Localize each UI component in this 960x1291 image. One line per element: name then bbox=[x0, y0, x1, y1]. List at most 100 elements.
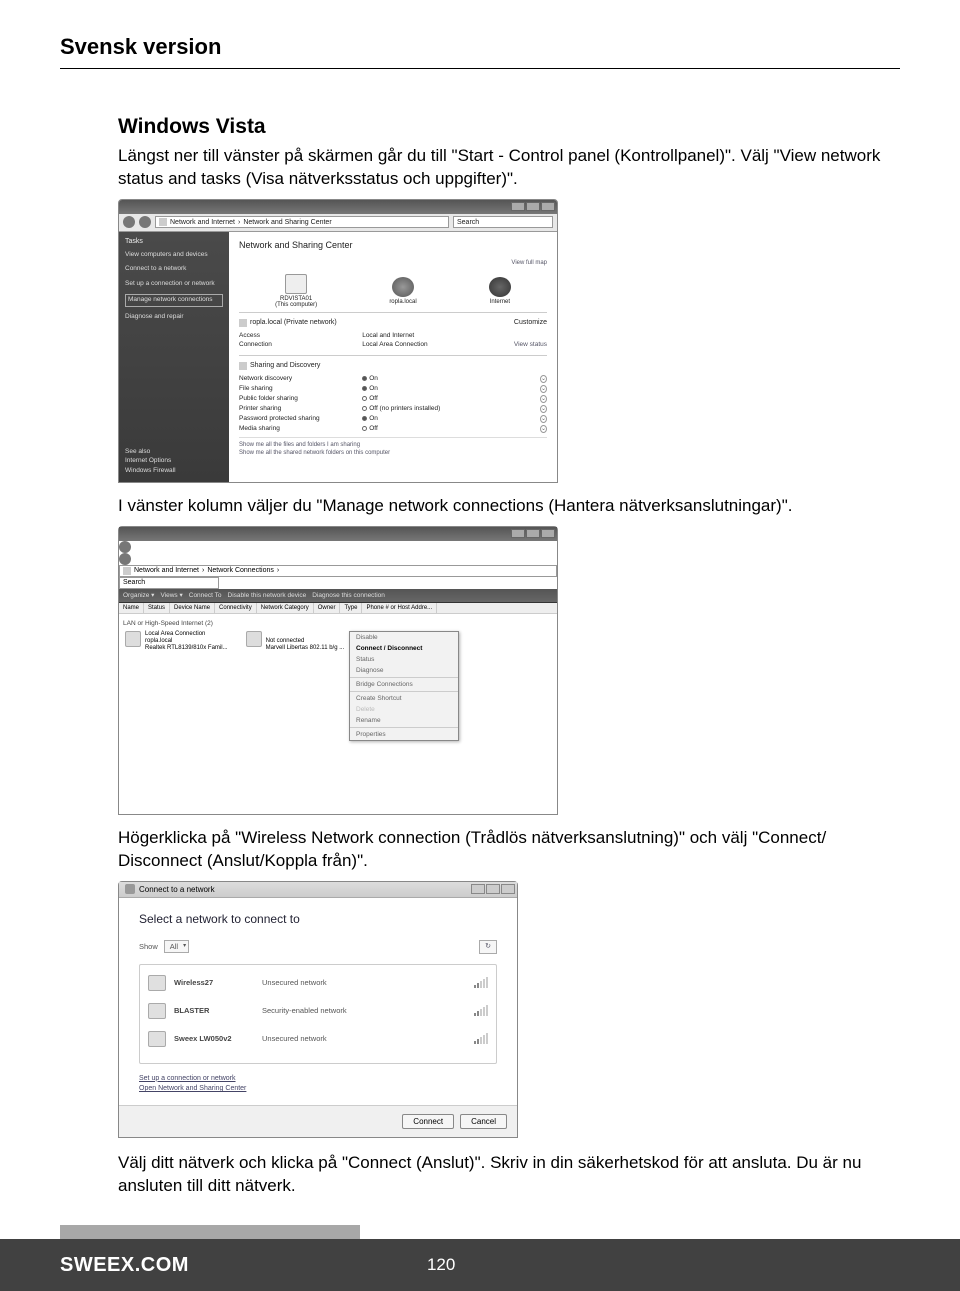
network-icon bbox=[392, 277, 414, 297]
min-icon[interactable] bbox=[471, 884, 485, 894]
sharing-mini-icon bbox=[239, 362, 247, 370]
toolbar-connect[interactable]: Connect To bbox=[189, 592, 222, 599]
network-list: Wireless27 Unsecured network BLASTER Sec… bbox=[139, 964, 497, 1064]
chevron-down-icon[interactable]: ⌄ bbox=[540, 395, 547, 403]
seealso-heading: See also bbox=[125, 447, 223, 457]
close-icon[interactable] bbox=[541, 529, 555, 538]
chevron-down-icon[interactable]: ⌄ bbox=[540, 405, 547, 413]
tasks-sidebar: Tasks View computers and devices Connect… bbox=[119, 232, 229, 482]
chevron-down-icon[interactable]: ⌄ bbox=[540, 415, 547, 423]
close-icon[interactable] bbox=[501, 884, 515, 894]
doc-header: Svensk version bbox=[60, 34, 900, 69]
task-manage-connections[interactable]: Manage network connections bbox=[125, 294, 223, 306]
chevron-down-icon[interactable]: ⌄ bbox=[540, 425, 547, 433]
customize-link[interactable]: Customize bbox=[514, 319, 547, 326]
node-internet: Internet bbox=[489, 277, 511, 305]
ctx-bridge[interactable]: Bridge Connections bbox=[350, 679, 458, 690]
paragraph-4: Välj ditt nätverk och klicka på "Connect… bbox=[118, 1152, 900, 1198]
network-item[interactable]: BLASTER Security-enabled network bbox=[144, 997, 492, 1025]
task-link[interactable]: Diagnose and repair bbox=[125, 313, 223, 321]
ctx-diagnose[interactable]: Diagnose bbox=[350, 665, 458, 676]
node-network: ropla.local bbox=[389, 277, 416, 305]
ctx-connect-disconnect[interactable]: Connect / Disconnect bbox=[350, 643, 458, 654]
toolbar-diagnose[interactable]: Diagnose this connection bbox=[312, 592, 385, 599]
globe-icon bbox=[489, 277, 511, 297]
connection-lan[interactable]: Local Area Connection ropla.local Realte… bbox=[119, 629, 234, 655]
section-title: Windows Vista bbox=[118, 115, 900, 139]
chevron-down-icon[interactable]: ⌄ bbox=[540, 375, 547, 383]
max-icon[interactable] bbox=[526, 202, 540, 211]
network-mini-icon bbox=[239, 319, 247, 327]
seealso-link[interactable]: Windows Firewall bbox=[125, 466, 223, 476]
ctx-status[interactable]: Status bbox=[350, 654, 458, 665]
toolbar-organize[interactable]: Organize ▾ bbox=[123, 591, 154, 599]
network-item[interactable]: Wireless27 Unsecured network bbox=[144, 969, 492, 997]
window-titlebar bbox=[119, 200, 557, 214]
task-link[interactable]: View computers and devices bbox=[125, 251, 223, 259]
node-pc: RDVISTA01 (This computer) bbox=[275, 274, 317, 308]
nav-fwd-icon[interactable] bbox=[139, 216, 151, 228]
network-item[interactable]: Sweex LW050v2 Unsecured network bbox=[144, 1025, 492, 1053]
max-icon[interactable] bbox=[486, 884, 500, 894]
pc-icon bbox=[148, 1031, 166, 1047]
min-icon[interactable] bbox=[511, 529, 525, 538]
window-titlebar bbox=[119, 527, 557, 541]
pc-icon bbox=[285, 274, 307, 294]
nav-fwd-icon[interactable] bbox=[119, 553, 131, 565]
showme-link[interactable]: Show me all the files and folders I am s… bbox=[239, 441, 547, 449]
showme-link[interactable]: Show me all the shared network folders o… bbox=[239, 449, 547, 457]
address-bar: Network and Internet › Network and Shari… bbox=[119, 214, 557, 232]
task-link[interactable]: Set up a connection or network bbox=[125, 280, 223, 288]
paragraph-3: Högerklicka på "Wireless Network connect… bbox=[118, 827, 900, 873]
nav-back-icon[interactable] bbox=[119, 541, 131, 553]
paragraph-2: I vänster kolumn väljer du "Manage netwo… bbox=[118, 495, 900, 518]
sd-row: Password protected sharingOn⌄ bbox=[239, 414, 547, 424]
search-input[interactable]: Search bbox=[119, 577, 219, 589]
seealso-link[interactable]: Internet Options bbox=[125, 456, 223, 466]
breadcrumb[interactable]: Network and Internet› Network Connection… bbox=[119, 565, 557, 577]
search-input[interactable]: Search bbox=[453, 216, 553, 228]
connect-button[interactable]: Connect bbox=[402, 1114, 454, 1129]
show-dropdown[interactable]: All bbox=[164, 940, 189, 953]
address-bar: Network and Internet› Network Connection… bbox=[119, 541, 557, 589]
pc-icon bbox=[148, 1003, 166, 1019]
open-sharing-center-link[interactable]: Open Network and Sharing Center bbox=[139, 1084, 497, 1095]
dialog-title: Connect to a network bbox=[139, 885, 215, 894]
toolbar-disable[interactable]: Disable this network device bbox=[228, 592, 307, 599]
screenshot-network-connections: Network and Internet› Network Connection… bbox=[118, 526, 558, 815]
pc-icon bbox=[148, 975, 166, 991]
network-icon bbox=[125, 884, 135, 894]
connection-wireless[interactable]: Wireless Network Connection Not connecte… bbox=[240, 629, 351, 655]
sep: › bbox=[238, 219, 240, 226]
main-panel: Network and Sharing Center View full map… bbox=[229, 232, 557, 482]
signal-icon bbox=[474, 1006, 488, 1016]
toolbar-views[interactable]: Views ▾ bbox=[160, 591, 182, 599]
sd-row: Public folder sharingOff⌄ bbox=[239, 394, 547, 404]
view-full-map-link[interactable]: View full map bbox=[239, 260, 547, 266]
ctx-delete[interactable]: Delete bbox=[350, 704, 458, 715]
task-link[interactable]: Connect to a network bbox=[125, 265, 223, 273]
footer-tab bbox=[60, 1225, 360, 1239]
group-header: LAN or High-Speed Internet (2) bbox=[119, 618, 557, 629]
column-headers: NameStatusDevice NameConnectivityNetwork… bbox=[119, 603, 557, 614]
close-icon[interactable] bbox=[541, 202, 555, 211]
wifi-icon bbox=[246, 631, 262, 647]
nav-back-icon[interactable] bbox=[123, 216, 135, 228]
setup-connection-link[interactable]: Set up a connection or network bbox=[139, 1074, 497, 1085]
ctx-rename[interactable]: Rename bbox=[350, 715, 458, 726]
sd-row: File sharingOn⌄ bbox=[239, 384, 547, 394]
ctx-properties[interactable]: Properties bbox=[350, 729, 458, 740]
chevron-down-icon[interactable]: ⌄ bbox=[540, 385, 547, 393]
ctx-shortcut[interactable]: Create Shortcut bbox=[350, 693, 458, 704]
max-icon[interactable] bbox=[526, 529, 540, 538]
page-number: 120 bbox=[427, 1255, 455, 1275]
cancel-button[interactable]: Cancel bbox=[460, 1114, 507, 1129]
view-status-link[interactable]: View status bbox=[485, 341, 547, 348]
breadcrumb-part: Network and Internet bbox=[170, 219, 235, 226]
refresh-button[interactable]: ↻ bbox=[479, 940, 497, 954]
dialog-titlebar: Connect to a network bbox=[119, 882, 517, 898]
ctx-disable[interactable]: Disable bbox=[350, 632, 458, 643]
folder-icon bbox=[123, 567, 131, 575]
min-icon[interactable] bbox=[511, 202, 525, 211]
breadcrumb[interactable]: Network and Internet › Network and Shari… bbox=[155, 216, 449, 228]
